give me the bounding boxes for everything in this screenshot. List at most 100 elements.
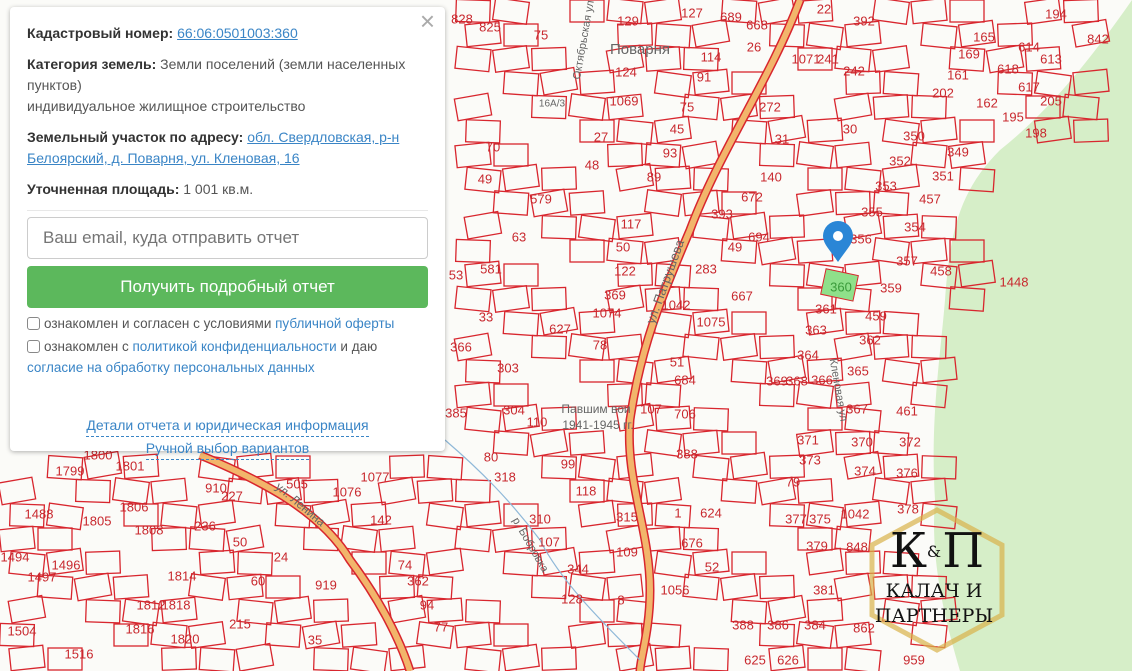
parcel[interactable] — [112, 574, 150, 600]
parcel[interactable] — [530, 46, 568, 72]
parcel[interactable] — [959, 119, 995, 143]
parcel[interactable] — [920, 215, 958, 240]
parcel[interactable] — [493, 623, 529, 647]
parcel[interactable] — [871, 0, 911, 25]
parcel[interactable] — [882, 70, 920, 97]
parcel[interactable] — [492, 430, 530, 456]
parcel[interactable] — [416, 478, 454, 504]
parcel[interactable] — [7, 594, 47, 624]
parcel[interactable] — [312, 647, 350, 671]
parcel[interactable] — [502, 70, 540, 97]
parcel[interactable] — [643, 0, 683, 25]
parcel[interactable] — [540, 646, 578, 671]
parcel[interactable] — [464, 500, 502, 528]
parcel[interactable] — [567, 621, 607, 649]
parcel[interactable] — [454, 238, 492, 264]
parcel[interactable] — [807, 167, 843, 191]
parcel[interactable] — [8, 644, 46, 671]
parcel[interactable] — [454, 45, 492, 73]
parcel[interactable] — [425, 502, 465, 531]
parcel[interactable] — [73, 572, 113, 602]
parcel[interactable] — [235, 642, 275, 671]
parcel[interactable] — [654, 645, 692, 671]
offer-link[interactable]: публичной оферты — [275, 316, 394, 331]
parcel[interactable] — [492, 190, 530, 216]
parcel[interactable] — [881, 598, 921, 627]
parcel[interactable] — [530, 286, 568, 312]
parcel[interactable] — [84, 550, 122, 575]
parcel[interactable] — [264, 622, 302, 648]
parcel[interactable] — [568, 430, 606, 456]
parcel[interactable] — [454, 285, 492, 313]
parcel[interactable] — [721, 431, 757, 455]
parcel[interactable] — [530, 334, 568, 360]
parcel[interactable] — [653, 70, 693, 99]
parcel[interactable] — [692, 407, 730, 432]
parcel[interactable] — [0, 476, 37, 506]
parcel[interactable] — [882, 310, 920, 337]
parcel[interactable] — [719, 573, 759, 601]
map-marker-icon[interactable] — [823, 221, 853, 262]
parcel[interactable] — [606, 142, 644, 168]
parcel[interactable] — [844, 550, 882, 575]
parcel[interactable] — [806, 117, 844, 144]
parcel[interactable] — [464, 646, 502, 671]
parcel[interactable] — [578, 69, 616, 96]
email-input[interactable] — [27, 217, 428, 259]
parcel[interactable] — [807, 647, 843, 671]
parcel[interactable] — [616, 118, 654, 146]
parcel[interactable] — [654, 502, 692, 529]
parcel[interactable] — [464, 599, 502, 624]
parcel[interactable] — [502, 310, 540, 337]
parcel[interactable] — [871, 45, 911, 73]
parcel[interactable] — [569, 239, 605, 263]
parcel[interactable] — [265, 575, 301, 599]
parcel[interactable] — [643, 477, 683, 505]
cadastral-number-link[interactable]: 66:06:0501003:360 — [177, 25, 298, 41]
parcel[interactable] — [692, 454, 730, 482]
parcel[interactable] — [834, 141, 872, 169]
parcel[interactable] — [454, 621, 492, 649]
parcel[interactable] — [719, 333, 759, 361]
parcel[interactable] — [606, 573, 644, 601]
parcel[interactable] — [454, 478, 492, 504]
parcel[interactable] — [720, 478, 758, 504]
parcel[interactable] — [503, 263, 539, 287]
parcel[interactable] — [758, 334, 796, 360]
parcel[interactable] — [871, 477, 911, 505]
parcel[interactable] — [653, 550, 693, 579]
parcel[interactable] — [606, 333, 644, 361]
parcel[interactable] — [491, 45, 531, 73]
parcel[interactable] — [198, 646, 236, 671]
parcel[interactable] — [872, 574, 910, 600]
parcel[interactable] — [501, 643, 541, 671]
parcel[interactable] — [577, 214, 617, 243]
parcel[interactable] — [464, 359, 502, 384]
offer-checkbox[interactable] — [27, 317, 40, 330]
parcel[interactable] — [312, 598, 350, 623]
parcel[interactable] — [768, 263, 806, 288]
parcel[interactable] — [692, 647, 730, 671]
parcel[interactable] — [340, 622, 378, 648]
manual-select-link[interactable]: Ручной выбор вариантов — [145, 437, 310, 460]
parcel[interactable] — [567, 93, 607, 121]
parcel[interactable] — [453, 92, 493, 122]
parcel[interactable] — [730, 358, 768, 385]
parcel[interactable] — [910, 0, 948, 25]
parcel[interactable] — [540, 166, 578, 191]
parcel[interactable] — [731, 551, 767, 575]
parcel[interactable] — [198, 549, 236, 576]
parcel[interactable] — [844, 646, 882, 671]
parcel[interactable] — [795, 189, 835, 217]
parcel[interactable] — [795, 141, 835, 169]
parcel[interactable] — [160, 646, 198, 671]
parcel[interactable] — [920, 22, 958, 50]
parcel[interactable] — [463, 210, 503, 240]
parcel[interactable] — [426, 454, 464, 481]
parcel[interactable] — [577, 454, 617, 483]
privacy-link[interactable]: политикой конфиденциальности — [132, 339, 336, 354]
parcel[interactable] — [833, 572, 873, 602]
parcel[interactable] — [464, 406, 502, 434]
details-link[interactable]: Детали отчета и юридическая информация — [86, 414, 369, 437]
parcel[interactable] — [1062, 0, 1100, 24]
